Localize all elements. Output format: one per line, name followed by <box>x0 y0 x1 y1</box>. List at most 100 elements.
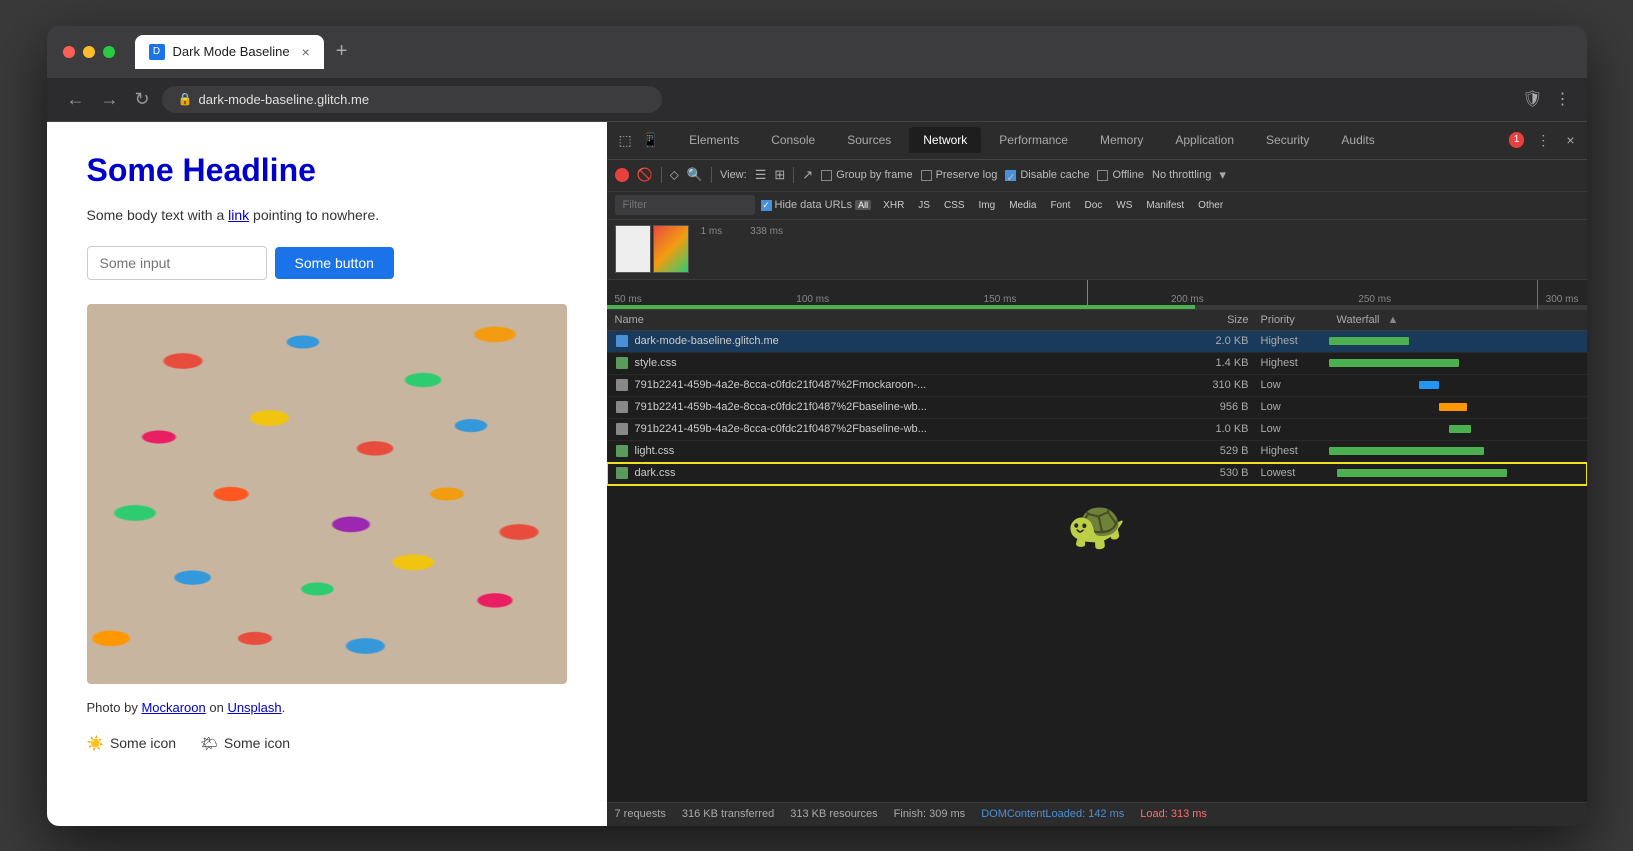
filter-ws[interactable]: WS <box>1110 199 1138 212</box>
tab-performance[interactable]: Performance <box>985 127 1082 153</box>
hide-data-urls-toggle[interactable]: ✓ Hide data URLs All <box>761 199 872 211</box>
throttling-dropdown-icon[interactable]: ▾ <box>1219 167 1226 183</box>
ruler-cursor-line <box>1087 280 1088 309</box>
unsplash-link[interactable]: Unsplash <box>227 700 281 715</box>
refresh-button[interactable]: ↻ <box>131 85 154 114</box>
minimize-button[interactable] <box>83 46 95 58</box>
row-filename-4: 791b2241-459b-4a2e-8cca-c0fdc21f0487%2Fb… <box>635 401 1169 413</box>
filter-media[interactable]: Media <box>1003 199 1042 212</box>
inspect-icon[interactable]: ⬚ <box>615 130 636 151</box>
row-waterfall-3 <box>1329 377 1579 394</box>
col-name-header[interactable]: Name <box>615 314 1169 326</box>
filter-input[interactable] <box>615 195 755 215</box>
tab-console[interactable]: Console <box>757 127 829 153</box>
body-link[interactable]: link <box>228 207 249 223</box>
filter-icon[interactable]: ⬦ <box>670 167 679 183</box>
sun-icon-1: ☀️ <box>87 735 104 752</box>
table-row[interactable]: 791b2241-459b-4a2e-8cca-c0fdc21f0487%2Fb… <box>607 419 1587 441</box>
page-headline: Some Headline <box>87 152 567 189</box>
tab-sources[interactable]: Sources <box>833 127 905 153</box>
filter-manifest[interactable]: Manifest <box>1140 199 1190 212</box>
back-button[interactable]: ← <box>63 85 89 114</box>
row-filename-7: dark.css <box>635 467 1169 479</box>
col-priority-header[interactable]: Priority <box>1249 314 1329 326</box>
row-priority-7: Lowest <box>1249 467 1329 479</box>
status-transferred: 316 KB transferred <box>682 808 774 820</box>
tab-bar: D Dark Mode Baseline × + <box>135 35 356 69</box>
status-bar: 7 requests 316 KB transferred 313 KB res… <box>607 802 1587 826</box>
row-priority-5: Low <box>1249 423 1329 435</box>
filter-doc[interactable]: Doc <box>1078 199 1108 212</box>
some-input[interactable] <box>87 246 267 280</box>
preserve-log-label: Preserve log <box>936 169 998 181</box>
main-content: Some Headline Some body text with a link… <box>47 122 1587 826</box>
table-row[interactable]: dark-mode-baseline.glitch.me 2.0 KB High… <box>607 331 1587 353</box>
row-waterfall-6 <box>1329 443 1579 460</box>
device-icon[interactable]: 📱 <box>638 130 663 151</box>
record-button[interactable] <box>615 168 629 182</box>
filter-xhr[interactable]: XHR <box>877 199 910 212</box>
tab-elements[interactable]: Elements <box>675 127 753 153</box>
offline-checkbox[interactable] <box>1097 170 1108 181</box>
mockaroon-link[interactable]: Mockaroon <box>141 700 205 715</box>
new-tab-button[interactable]: + <box>328 40 356 63</box>
filmstrip-frame-colored[interactable] <box>653 225 689 273</box>
table-row[interactable]: 791b2241-459b-4a2e-8cca-c0fdc21f0487%2Fm… <box>607 375 1587 397</box>
filter-img[interactable]: Img <box>973 199 1002 212</box>
filter-font[interactable]: Font <box>1044 199 1076 212</box>
group-by-frame-checkbox[interactable] <box>821 170 832 181</box>
close-button[interactable] <box>63 46 75 58</box>
view-large-icon[interactable]: ⊞ <box>774 167 785 183</box>
preserve-log-checkbox[interactable] <box>921 170 932 181</box>
row-waterfall-5 <box>1329 421 1579 438</box>
menu-icon[interactable]: ⋮ <box>1555 89 1571 109</box>
group-by-frame-option[interactable]: Group by frame <box>821 169 912 181</box>
col-waterfall-header[interactable]: Waterfall ▲ <box>1329 314 1579 326</box>
devtools-close-button[interactable]: × <box>1562 130 1578 150</box>
row-priority-2: Highest <box>1249 357 1329 369</box>
tab-application[interactable]: Application <box>1161 127 1248 153</box>
disable-cache-option[interactable]: ✓ Disable cache <box>1005 169 1089 181</box>
view-list-icon[interactable]: ☰ <box>755 167 767 183</box>
table-row[interactable]: 791b2241-459b-4a2e-8cca-c0fdc21f0487%2Fb… <box>607 397 1587 419</box>
icon-item-1: ☀️ Some icon <box>87 735 177 752</box>
filter-css[interactable]: CSS <box>938 199 971 212</box>
body-text-after-link: pointing to nowhere. <box>249 207 379 223</box>
filter-js[interactable]: JS <box>912 199 936 212</box>
offline-option[interactable]: Offline <box>1097 169 1144 181</box>
waterfall-bar-5 <box>1449 425 1471 433</box>
table-row[interactable]: light.css 529 B Highest <box>607 441 1587 463</box>
some-button[interactable]: Some button <box>275 247 394 279</box>
filmstrip-frame-blank[interactable] <box>615 225 651 273</box>
table-row[interactable]: dark.css 530 B Lowest <box>607 463 1587 485</box>
col-size-header[interactable]: Size <box>1169 314 1249 326</box>
preserve-log-option[interactable]: Preserve log <box>921 169 998 181</box>
hide-data-urls-checkbox[interactable]: ✓ <box>761 200 772 211</box>
search-icon[interactable]: 🔍 <box>687 167 703 183</box>
filmstrip-timestamp-2: 338 ms <box>750 224 783 237</box>
tab-close-button[interactable]: × <box>302 44 310 60</box>
timeline-ruler: 50 ms 100 ms 150 ms 200 ms 250 ms 300 ms <box>607 280 1587 310</box>
maximize-button[interactable] <box>103 46 115 58</box>
offline-label: Offline <box>1112 169 1144 181</box>
photo-credit-middle: on <box>206 700 228 715</box>
address-field[interactable]: 🔒 dark-mode-baseline.glitch.me <box>162 86 662 113</box>
clear-button[interactable]: 🚫 <box>637 167 653 183</box>
devtools-more-icon[interactable]: ⋮ <box>1532 130 1554 151</box>
tab-memory[interactable]: Memory <box>1086 127 1157 153</box>
table-row[interactable]: style.css 1.4 KB Highest <box>607 353 1587 375</box>
row-waterfall-7 <box>1329 465 1579 482</box>
tab-security[interactable]: Security <box>1252 127 1323 153</box>
separator-1 <box>661 167 662 183</box>
extensions-icon[interactable]: 🛡 <box>1522 89 1542 109</box>
active-tab[interactable]: D Dark Mode Baseline × <box>135 35 324 69</box>
row-waterfall-4 <box>1329 399 1579 416</box>
tab-network[interactable]: Network <box>909 127 981 153</box>
tab-audits[interactable]: Audits <box>1327 127 1388 153</box>
filter-other[interactable]: Other <box>1192 199 1229 212</box>
cursor-icon[interactable]: ↗ <box>802 167 813 183</box>
forward-button[interactable]: → <box>97 85 123 114</box>
ruler-300ms: 300 ms <box>1546 294 1579 305</box>
disable-cache-checkbox[interactable]: ✓ <box>1005 170 1016 181</box>
file-icon-html <box>615 334 629 348</box>
